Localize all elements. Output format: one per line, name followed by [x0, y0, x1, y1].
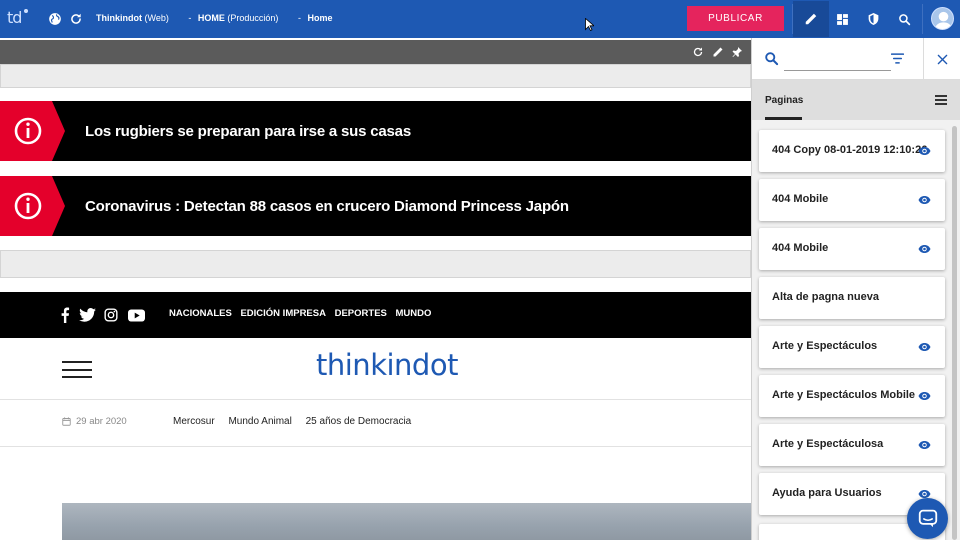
search-icon [898, 13, 910, 25]
page-name: Arte y Espectáculos [772, 340, 878, 352]
topic-link-mundo-animal[interactable]: Mundo Animal [228, 416, 291, 427]
instagram-icon[interactable] [102, 306, 120, 324]
eye-icon[interactable] [918, 391, 931, 401]
breadcrumb-site-type: (Web) [144, 13, 169, 23]
page-list-item[interactable]: 404 Copy 08-01-2019 12:10:26 [759, 130, 945, 172]
site-subheader: 29 abr 2020 Mercosur Mundo Animal 25 año… [0, 401, 751, 447]
app-logo[interactable]: td [7, 8, 22, 27]
page-list-item[interactable]: Arte y Espectáculos Mobile [759, 375, 945, 417]
pin-icon[interactable] [731, 46, 743, 58]
page-name: 404 Mobile [772, 242, 829, 254]
refresh-icon[interactable] [692, 46, 704, 58]
chat-launcher-button[interactable] [907, 498, 948, 539]
user-avatar[interactable] [931, 7, 954, 30]
nav-link-mundo[interactable]: MUNDO [396, 308, 432, 319]
current-date: 29 abr 2020 [76, 416, 127, 427]
eye-icon[interactable] [918, 244, 931, 254]
search-input[interactable] [784, 70, 891, 71]
alert-marker [0, 101, 65, 161]
chat-icon [918, 509, 937, 528]
site-nav-bar: NACIONALES EDICIÓN IMPRESA DEPORTES MUND… [0, 292, 751, 338]
breadcrumb-site[interactable]: Thinkindot [96, 13, 142, 23]
search-button[interactable] [886, 1, 922, 37]
alert-marker [0, 176, 65, 236]
pencil-icon [805, 13, 817, 25]
globe-icon[interactable] [47, 11, 63, 27]
dashboard-icon [836, 13, 848, 25]
menu-icon[interactable] [935, 95, 947, 105]
breaking-news-banner[interactable]: Los rugbiers se preparan para irse a sus… [0, 101, 751, 161]
breadcrumb: Thinkindot (Web) - HOME (Producción) - H… [96, 13, 332, 23]
breadcrumb-separator: - [188, 13, 192, 23]
topic-links: Mercosur Mundo Animal 25 años de Democra… [173, 416, 422, 427]
logo-dot [24, 9, 28, 13]
eye-icon[interactable] [918, 342, 931, 352]
breadcrumb-env-type: (Producción) [227, 13, 279, 23]
toolbar-divider [922, 4, 923, 34]
site-brand-logo[interactable]: thinkindot [316, 348, 458, 382]
banner-headline: Los rugbiers se preparan para irse a sus… [85, 122, 411, 140]
empty-widget-strip [0, 250, 751, 278]
nav-link-deportes[interactable]: DEPORTES [335, 308, 387, 319]
empty-widget-strip [0, 64, 751, 88]
page-list-item[interactable]: Alta de pagna nueva [759, 277, 945, 319]
mouse-cursor-icon [585, 18, 594, 31]
page-list-item[interactable]: 404 Mobile [759, 228, 945, 270]
date-display: 29 abr 2020 [62, 416, 127, 427]
user-icon [934, 11, 953, 29]
panel-scrollbar[interactable] [952, 126, 957, 540]
shield-icon [868, 13, 878, 25]
topic-link-mercosur[interactable]: Mercosur [173, 416, 215, 427]
hero-image [62, 503, 751, 540]
breadcrumb-page[interactable]: Home [307, 13, 332, 23]
hamburger-menu-icon[interactable] [62, 361, 92, 378]
pages-panel: Paginas 404 Copy 08-01-2019 12:10:26 404… [751, 38, 960, 540]
preview-edit-bar [0, 40, 751, 64]
page-name: Ayuda para Usuarios [772, 487, 882, 499]
page-name: Alta de pagna nueva [772, 291, 879, 303]
page-list-item[interactable]: Arte y Espectáculosa [759, 424, 945, 466]
publish-button[interactable]: PUBLICAR [687, 6, 784, 31]
refresh-icon[interactable] [68, 11, 84, 27]
calendar-icon [62, 417, 71, 426]
twitter-icon[interactable] [78, 306, 96, 324]
filter-icon[interactable] [891, 53, 904, 64]
eye-icon[interactable] [918, 440, 931, 450]
tab-paginas[interactable]: Paginas [765, 95, 803, 106]
nav-link-nacionales[interactable]: NACIONALES [169, 308, 232, 319]
eye-icon[interactable] [918, 146, 931, 156]
close-panel-button[interactable] [923, 38, 960, 80]
breaking-news-banner[interactable]: Coronavirus : Detectan 88 casos en cruce… [0, 176, 751, 236]
top-bar: td Thinkindot (Web) - HOME (Producción) … [0, 0, 960, 38]
panel-tab-bar: Paginas [752, 80, 960, 120]
breadcrumb-separator: - [297, 13, 301, 23]
page-list-item[interactable]: Arte y Espectáculos [759, 326, 945, 368]
page-name: Arte y Espectáculos Mobile [772, 389, 916, 401]
panel-search-bar [752, 38, 960, 80]
topic-link-25-anos[interactable]: 25 años de Democracia [306, 416, 412, 427]
page-name: 404 Copy 08-01-2019 12:10:26 [772, 144, 928, 156]
facebook-icon[interactable] [56, 306, 74, 324]
active-tab-indicator [765, 117, 802, 120]
breadcrumb-env[interactable]: HOME [198, 13, 225, 23]
pencil-icon[interactable] [712, 46, 724, 58]
youtube-icon[interactable] [127, 306, 145, 324]
section-links: NACIONALES EDICIÓN IMPRESA DEPORTES MUND… [169, 308, 437, 319]
page-name: 404 Mobile [772, 193, 829, 205]
close-icon [937, 54, 948, 64]
page-list-item[interactable]: 404 Mobile [759, 179, 945, 221]
search-icon [765, 52, 779, 66]
eye-icon[interactable] [918, 195, 931, 205]
site-header: thinkindot [0, 338, 751, 400]
nav-link-edicion-impresa[interactable]: EDICIÓN IMPRESA [240, 308, 326, 319]
banner-headline: Coronavirus : Detectan 88 casos en cruce… [85, 197, 569, 215]
page-name: Arte y Espectáculosa [772, 438, 884, 450]
